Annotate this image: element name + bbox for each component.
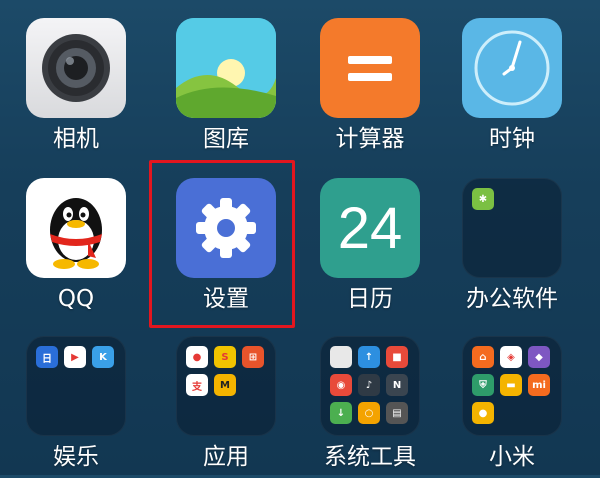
qq-penguin-icon xyxy=(26,178,126,278)
notes-icon: N xyxy=(386,374,408,396)
folder-icon: ● S ⊞ 支 M xyxy=(176,336,276,436)
video-app-icon: 日 xyxy=(36,346,58,368)
game-icon: ◆ xyxy=(528,346,550,368)
video-app-icon: ▶ xyxy=(64,346,86,368)
office-app-icon: ✱ xyxy=(472,188,494,210)
clock-icon xyxy=(462,18,562,118)
download-icon: ↓ xyxy=(330,402,352,424)
app-label: 系统工具 xyxy=(324,444,416,470)
gallery-icon xyxy=(176,18,276,118)
folder-apps[interactable]: ● S ⊞ 支 M 应用 xyxy=(156,318,296,478)
app-label: 计算器 xyxy=(335,126,405,152)
folder-entertainment[interactable]: 日 ▶ K 娱乐 xyxy=(6,318,146,478)
app-clock[interactable]: 时钟 xyxy=(442,0,582,160)
folder-icon: 日 ▶ K xyxy=(26,336,126,436)
theme-icon: ◈ xyxy=(500,346,522,368)
mi-icon: mi xyxy=(528,374,550,396)
app-label: 小米 xyxy=(489,444,535,470)
app-qq[interactable]: QQ xyxy=(6,160,146,320)
app-calculator[interactable]: 计算器 xyxy=(300,0,440,160)
app-gallery[interactable]: 图库 xyxy=(156,0,296,160)
radio-icon: ◉ xyxy=(330,374,352,396)
folder-system-tools[interactable]: ↑ ■ ◉ ♪ N ↓ ○ ▤ 系统工具 xyxy=(300,318,440,478)
folder-icon: ↑ ■ ◉ ♪ N ↓ ○ ▤ xyxy=(320,336,420,436)
app-label: 应用 xyxy=(203,444,249,470)
calculator-icon xyxy=(320,18,420,118)
file-icon: ▤ xyxy=(386,402,408,424)
map-app-icon: ● xyxy=(186,346,208,368)
camera-icon xyxy=(26,18,126,118)
app-label: 娱乐 xyxy=(53,444,99,470)
app-icon: 支 xyxy=(186,374,208,396)
upload-icon: ↑ xyxy=(358,346,380,368)
folder-office[interactable]: ✱ 办公软件 xyxy=(442,160,582,320)
calendar-icon: 24 xyxy=(320,178,420,278)
app-label: 图库 xyxy=(203,126,249,152)
app-icon: ⊞ xyxy=(242,346,264,368)
tool-icon xyxy=(330,346,352,368)
app-calendar[interactable]: 24 日历 xyxy=(300,160,440,320)
folder-icon: ⌂ ◈ ◆ ⛨ ▬ mi ● xyxy=(462,336,562,436)
settings-highlight-box xyxy=(149,160,295,328)
app-label: QQ xyxy=(57,286,95,312)
notes-icon: ▬ xyxy=(500,374,522,396)
location-icon: ● xyxy=(472,402,494,424)
app-icon: M xyxy=(214,374,236,396)
app-icon: S xyxy=(214,346,236,368)
app-camera[interactable]: 相机 xyxy=(6,0,146,160)
video-app-icon: K xyxy=(92,346,114,368)
mi-store-icon: ⌂ xyxy=(472,346,494,368)
security-icon: ⛨ xyxy=(472,374,494,396)
app-label: 日历 xyxy=(347,286,393,312)
folder-xiaomi[interactable]: ⌂ ◈ ◆ ⛨ ▬ mi ● 小米 xyxy=(442,318,582,478)
app-label: 相机 xyxy=(53,126,99,152)
calendar-day-number: 24 xyxy=(337,195,403,261)
mic-icon: ♪ xyxy=(358,374,380,396)
app-label: 时钟 xyxy=(489,126,535,152)
record-icon: ■ xyxy=(386,346,408,368)
compass-icon: ○ xyxy=(358,402,380,424)
folder-icon: ✱ xyxy=(462,178,562,278)
app-label: 办公软件 xyxy=(466,286,558,312)
